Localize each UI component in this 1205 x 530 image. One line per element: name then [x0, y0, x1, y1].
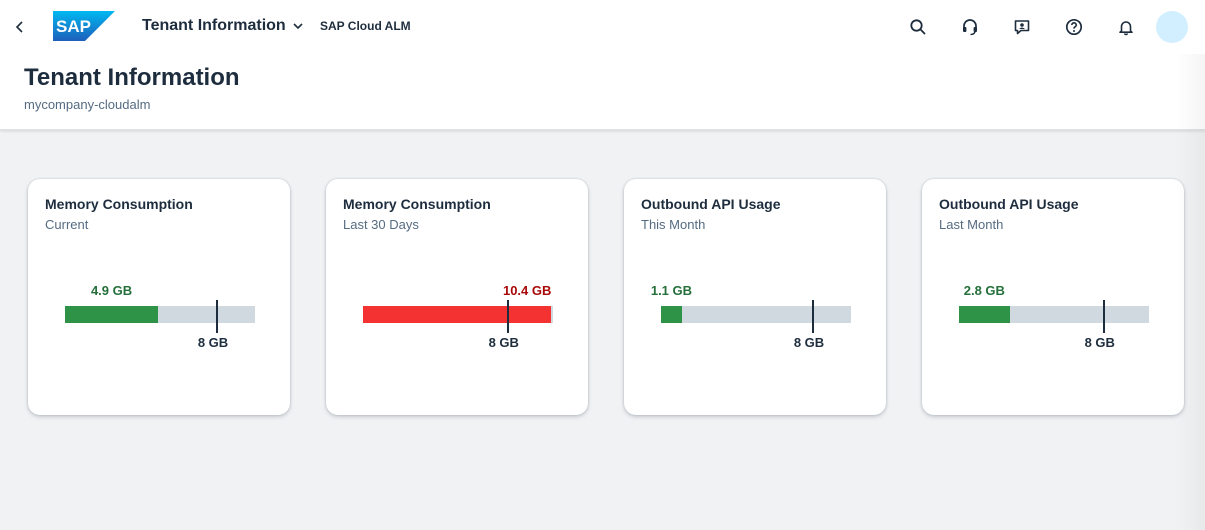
bullet-chart-track — [65, 306, 255, 323]
bullet-chart-bar — [65, 306, 159, 323]
chevron-down-icon — [293, 23, 303, 30]
card-title: Memory Consumption — [343, 196, 491, 212]
support-button[interactable] — [954, 11, 986, 43]
product-name: SAP Cloud ALM — [320, 19, 411, 33]
tile-memory-current[interactable]: Memory Consumption Current 4.9 GB 8 GB — [28, 179, 290, 415]
bullet-chart-value: 4.9 GB — [90, 283, 133, 298]
feedback-icon — [1014, 20, 1030, 35]
page-title: Tenant Information — [24, 64, 240, 91]
bullet-chart-value: 10.4 GB — [502, 283, 552, 298]
bullet-chart-target-label: 8 GB — [197, 335, 229, 350]
search-icon — [910, 19, 926, 35]
card-title: Memory Consumption — [45, 196, 193, 212]
shell-bar: SAP Tenant Information SAP Cloud ALM — [0, 0, 1205, 54]
bullet-chart-bar — [363, 306, 552, 323]
card-subtitle: Current — [45, 217, 89, 232]
notifications-button[interactable] — [1110, 11, 1142, 43]
bullet-chart-track — [959, 306, 1149, 323]
feedback-button[interactable] — [1006, 11, 1038, 43]
logo-text: SAP — [56, 17, 91, 36]
app-title: Tenant Information — [142, 17, 286, 34]
page-header: Tenant Information mycompany-cloudalm — [0, 54, 1205, 130]
help-icon — [1065, 18, 1083, 36]
tile-api-last-month[interactable]: Outbound API Usage Last Month 2.8 GB 8 G… — [922, 179, 1184, 415]
card-subtitle: Last Month — [939, 217, 1004, 232]
bell-icon — [1119, 21, 1133, 36]
bullet-chart-value: 2.8 GB — [963, 283, 1005, 298]
search-button[interactable] — [902, 11, 934, 43]
page-subtitle: mycompany-cloudalm — [24, 97, 151, 112]
bullet-chart-track — [363, 306, 553, 323]
card-title: Outbound API Usage — [641, 196, 781, 212]
chevron-left-icon — [15, 21, 23, 33]
card-title: Outbound API Usage — [939, 196, 1079, 212]
bullet-chart-target-label: 8 GB — [488, 335, 519, 350]
bullet-chart-target-marker — [1102, 300, 1105, 333]
bullet-chart-track — [661, 306, 851, 323]
bullet-chart-target-marker — [506, 300, 509, 333]
headset-icon — [963, 19, 977, 36]
bullet-chart-bar — [661, 306, 682, 323]
shell-actions — [882, 11, 1188, 43]
sap-logo[interactable]: SAP — [53, 11, 115, 41]
bullet-chart-target-label: 8 GB — [793, 335, 825, 350]
bullet-chart-target-label: 8 GB — [1084, 335, 1115, 350]
bullet-chart-bar — [959, 306, 1010, 323]
bullet-chart-value: 1.1 GB — [650, 283, 693, 298]
card-subtitle: This Month — [641, 217, 706, 232]
tile-api-this-month[interactable]: Outbound API Usage This Month 1.1 GB 8 G… — [624, 179, 886, 415]
tile-memory-last-30-days[interactable]: Memory Consumption Last 30 Days 10.4 GB … — [326, 179, 588, 415]
help-button[interactable] — [1058, 11, 1090, 43]
back-button[interactable] — [8, 15, 32, 39]
bullet-chart-target-marker — [812, 300, 814, 333]
bullet-chart-target-marker — [216, 300, 218, 333]
app-title-menu[interactable]: Tenant Information — [142, 17, 304, 35]
card-subtitle: Last 30 Days — [343, 217, 419, 232]
avatar[interactable] — [1156, 11, 1188, 43]
